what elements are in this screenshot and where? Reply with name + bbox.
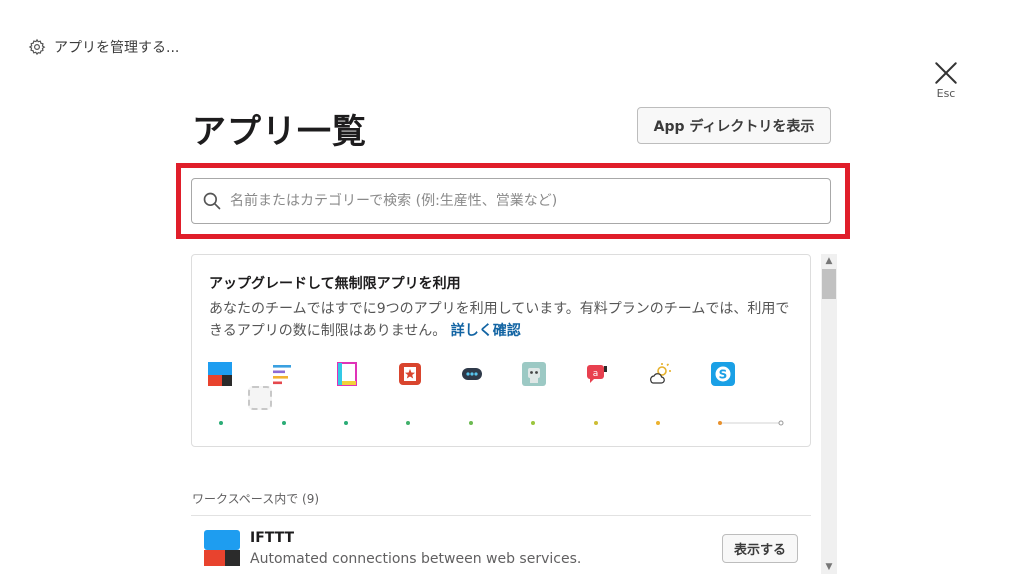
- view-app-button[interactable]: 表示する: [722, 534, 798, 563]
- upgrade-card-description: あなたのチームではすでに9つのアプリを利用しています。有料プランのチームでは、利…: [209, 298, 799, 342]
- esc-label: Esc: [936, 87, 956, 100]
- app-name[interactable]: IFTTT: [250, 530, 294, 546]
- star-app-icon: [399, 363, 421, 385]
- svg-text:S: S: [719, 368, 728, 382]
- ifttt-icon: [204, 530, 240, 566]
- skype-icon: S: [711, 362, 735, 386]
- scrollbar-thumb[interactable]: [822, 269, 836, 299]
- robot-icon: [522, 362, 546, 386]
- scrollbar[interactable]: ▲ ▼: [821, 254, 837, 574]
- scroll-up-icon[interactable]: ▲: [821, 254, 837, 268]
- search-box[interactable]: [191, 178, 831, 224]
- doc-icon: [337, 362, 357, 386]
- close-button[interactable]: Esc: [932, 60, 960, 100]
- learn-more-link[interactable]: 詳しく確認: [451, 323, 521, 339]
- scroll-down-icon[interactable]: ▼: [821, 560, 837, 574]
- gear-icon: [28, 38, 46, 56]
- bot-icon: [462, 368, 482, 380]
- manage-apps-label: アプリを管理する...: [54, 40, 180, 56]
- page-title: アプリ一覧: [192, 112, 367, 152]
- usage-progress-line: [219, 420, 784, 426]
- search-icon: [203, 192, 221, 210]
- upgrade-card-title: アップグレードして無制限アプリを利用: [209, 276, 461, 292]
- app-description: Automated connections between web servic…: [250, 551, 582, 567]
- lines-icon: [273, 365, 291, 385]
- svg-text:a: a: [593, 369, 599, 379]
- close-icon: [935, 62, 957, 84]
- workspace-section-label: ワークスペース内で (9): [192, 492, 320, 506]
- search-input[interactable]: [230, 193, 810, 209]
- weather-icon: [650, 363, 671, 384]
- manage-apps-link[interactable]: アプリを管理する...: [28, 37, 179, 57]
- app-directory-button[interactable]: App ディレクトリを表示: [637, 107, 831, 144]
- upgrade-card: アップグレードして無制限アプリを利用 あなたのチームではすでに9つのアプリを利用…: [191, 254, 811, 447]
- empty-slot-icon: [248, 386, 272, 410]
- ifttt-icon: [208, 362, 232, 386]
- chat-bubble-icon: a: [587, 365, 607, 383]
- divider: [191, 515, 811, 516]
